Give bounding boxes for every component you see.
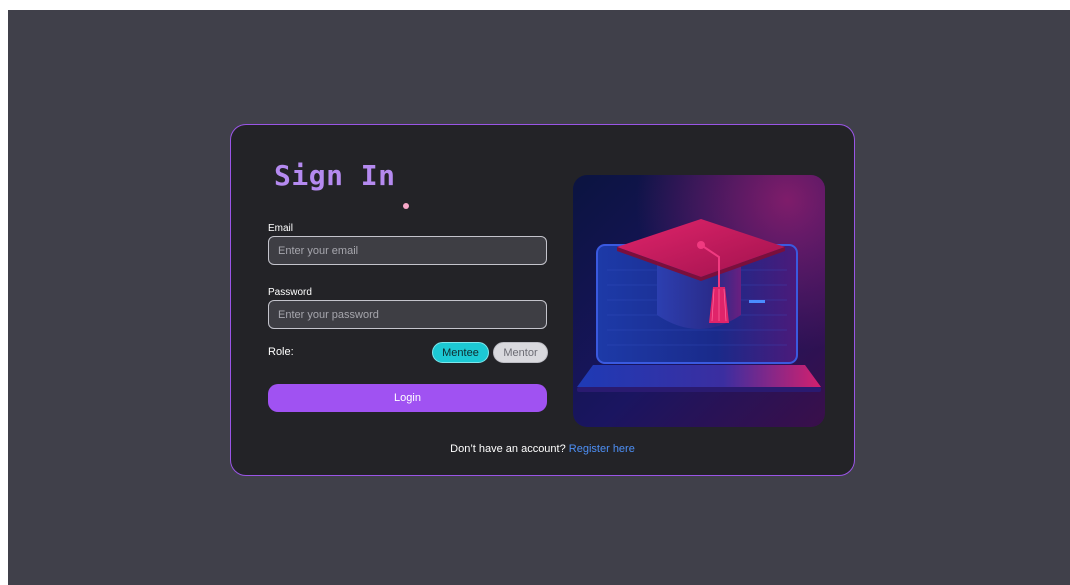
page-background: Sign In Email Password Role: Mentee Ment… bbox=[8, 10, 1070, 585]
role-mentor-button[interactable]: Mentor bbox=[493, 342, 548, 363]
graduation-cap-laptop-illustration bbox=[573, 175, 825, 427]
email-field[interactable] bbox=[268, 236, 547, 265]
signin-card: Sign In Email Password Role: Mentee Ment… bbox=[230, 124, 855, 476]
register-prompt: Don’t have an account? Register here bbox=[231, 443, 854, 455]
page-title: Sign In bbox=[274, 159, 396, 192]
role-mentee-button[interactable]: Mentee bbox=[432, 342, 489, 363]
register-prompt-text: Don’t have an account? bbox=[450, 443, 566, 455]
email-label: Email bbox=[268, 223, 294, 234]
cursor-dot bbox=[403, 203, 409, 209]
register-link[interactable]: Register here bbox=[569, 443, 635, 455]
password-label: Password bbox=[268, 287, 312, 298]
login-button[interactable]: Login bbox=[268, 384, 547, 412]
role-label: Role: bbox=[268, 346, 294, 358]
password-field[interactable] bbox=[268, 300, 547, 329]
